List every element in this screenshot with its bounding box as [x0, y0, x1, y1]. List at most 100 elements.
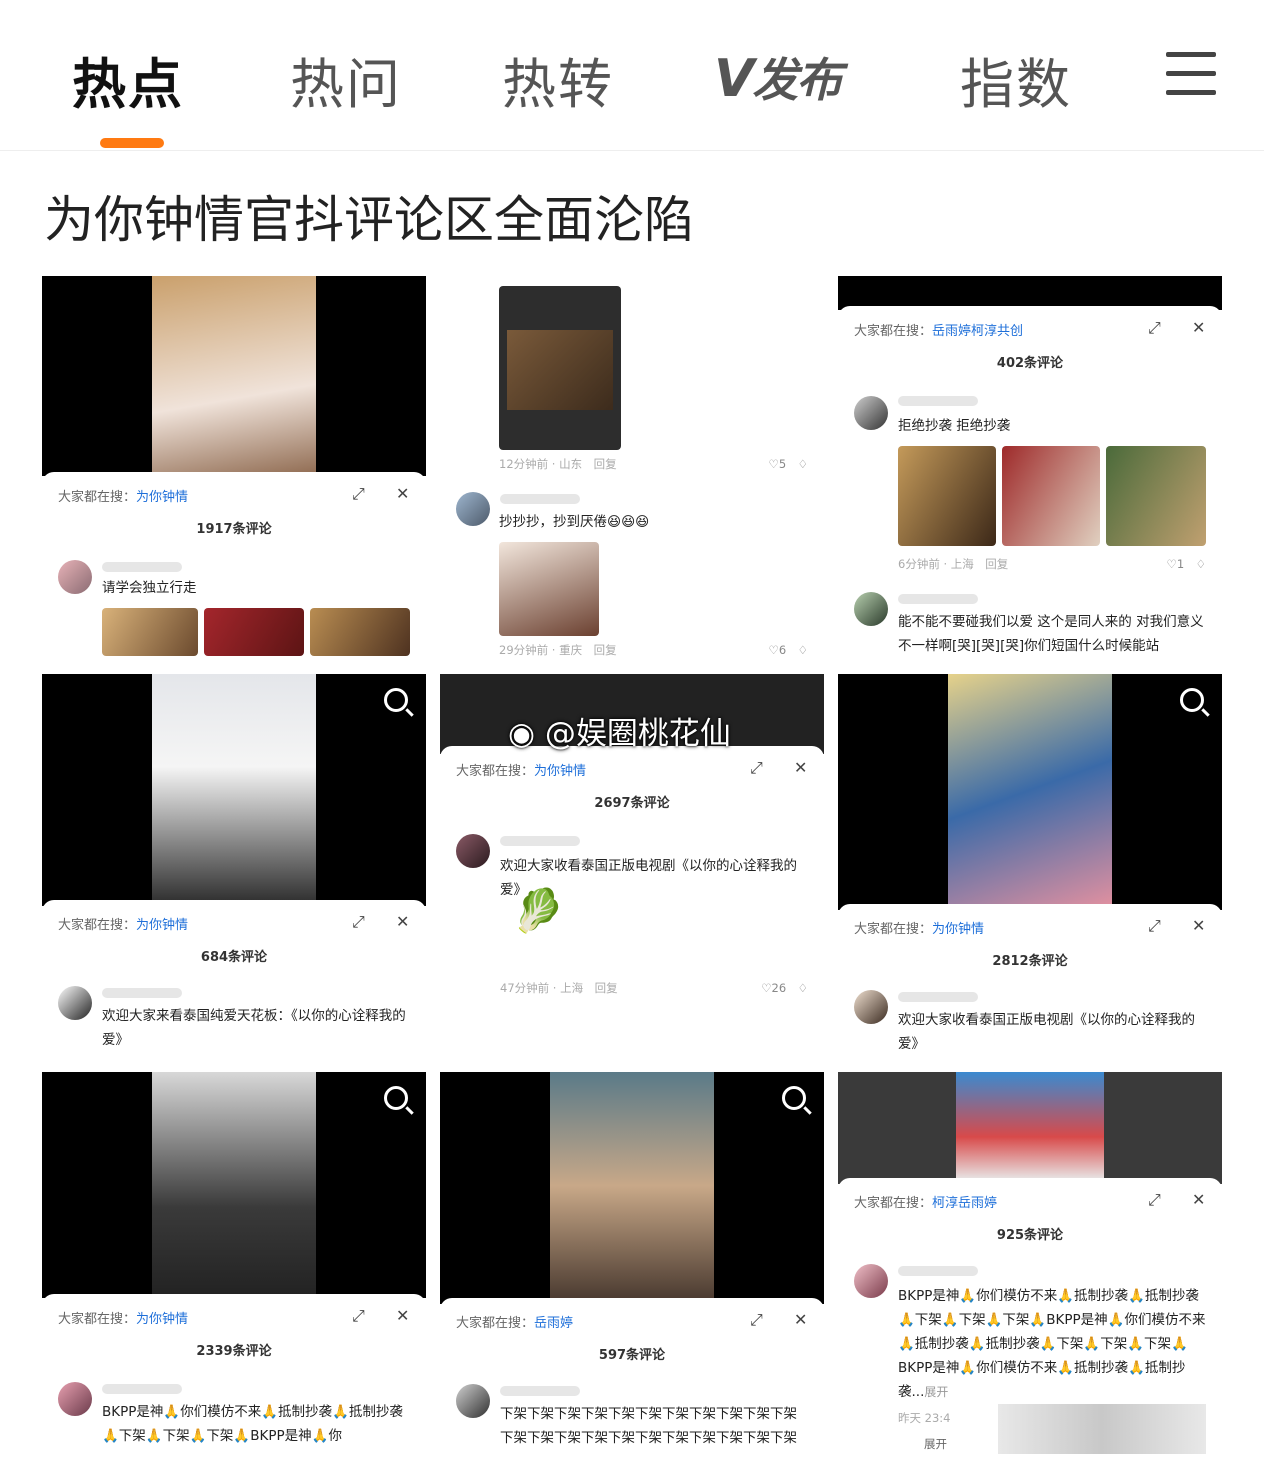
avatar[interactable] [456, 1384, 490, 1418]
search-keyword[interactable]: 为你钟情 [932, 922, 984, 937]
tab-index[interactable]: 指数 [960, 40, 1072, 119]
screenshot-card-1[interactable]: 大家都在搜：为你钟情 ⤢ ✕ 1917条评论 请学会独立行走 [42, 276, 426, 662]
screenshot-card-9[interactable]: 大家都在搜：柯淳岳雨婷 ⤢ ✕ 925条评论 BKPP是神🙏你们模仿不来🙏抵制抄… [838, 1072, 1222, 1458]
close-icon[interactable]: ✕ [1192, 1190, 1205, 1209]
expand-icon[interactable]: ⤢ [750, 758, 763, 778]
comment-image[interactable] [1106, 446, 1206, 546]
screenshot-card-2[interactable]: 12分钟前 · 山东 回复 ♡5 ♢ 抄抄抄，抄到厌倦😆😆😆 29分钟前 · 重庆… [440, 276, 824, 662]
expand-icon[interactable]: ⤢ [352, 912, 365, 932]
search-row[interactable]: 大家都在搜：为你钟情 [456, 760, 586, 779]
tab-hot-questions[interactable]: 热问 [290, 40, 402, 119]
search-keyword[interactable]: 为你钟情 [136, 918, 188, 933]
video-thumbnail [152, 674, 316, 906]
avatar[interactable] [58, 560, 92, 594]
video-frame [838, 674, 1222, 910]
search-keyword[interactable]: 为你钟情 [136, 1312, 188, 1327]
active-tab-indicator [100, 138, 164, 148]
comment-meta: 12分钟前 · 山东 回复 ♡5 ♢ [499, 456, 808, 472]
comment-image[interactable] [898, 446, 996, 546]
like-count[interactable]: ♡6 ♢ [769, 642, 808, 658]
username-blurred [500, 494, 580, 504]
search-keyword[interactable]: 为你钟情 [534, 764, 586, 779]
expand-icon[interactable]: ⤢ [352, 484, 365, 504]
avatar[interactable] [58, 1382, 92, 1416]
expand-icon[interactable]: ⤢ [1148, 1190, 1161, 1210]
username-blurred [898, 594, 978, 604]
close-icon[interactable]: ✕ [1192, 916, 1205, 935]
v-logo-icon: V [714, 49, 754, 109]
search-row[interactable]: 大家都在搜：为你钟情 [58, 1308, 188, 1327]
avatar[interactable] [854, 1264, 888, 1298]
search-keyword[interactable]: 岳雨婷 [534, 1316, 573, 1331]
username-blurred [898, 992, 978, 1002]
search-label: 大家都在搜： [58, 1312, 137, 1327]
like-count[interactable]: ♡1 ♢ [1167, 556, 1206, 572]
search-icon[interactable] [384, 688, 408, 712]
reply-button[interactable]: 回复 [594, 643, 617, 657]
avatar[interactable] [854, 990, 888, 1024]
avatar[interactable] [58, 986, 92, 1020]
search-icon[interactable] [1180, 688, 1204, 712]
search-row[interactable]: 大家都在搜：柯淳岳雨婷 [854, 1192, 997, 1211]
screenshot-card-6[interactable]: 大家都在搜：为你钟情 ⤢ ✕ 2812条评论 欢迎大家收看泰国正版电视剧《以你的… [838, 674, 1222, 1060]
tab-hot[interactable]: 热点 [72, 40, 184, 119]
like-count[interactable]: ♡5 ♢ [769, 456, 808, 472]
search-row[interactable]: 大家都在搜：为你钟情 [58, 914, 188, 933]
search-label: 大家都在搜： [58, 918, 137, 933]
comment-image[interactable] [1002, 446, 1100, 546]
comment-text: BKPP是神🙏你们模仿不来🙏抵制抄袭🙏抵制抄袭🙏下架🙏下架🙏下架🙏BKPP是神🙏… [898, 1288, 1206, 1400]
tab-publish[interactable]: V发布 [714, 44, 842, 110]
comment-image[interactable] [204, 608, 304, 656]
comment-image[interactable] [499, 542, 599, 636]
comment-panel: 大家都在搜：为你钟情 ⤢ ✕ 684条评论 欢迎大家来看泰国纯爱天花板：《以你的… [42, 900, 426, 1060]
sticker-image[interactable]: 🥬 [512, 886, 564, 936]
comment-text: 能不能不要碰我们以爱 这个是同人来的 对我们意义不一样啊[哭][哭][哭]你们短… [898, 614, 1204, 654]
expand-icon[interactable]: ⤢ [1148, 318, 1161, 338]
expand-icon[interactable]: ⤢ [750, 1310, 763, 1330]
search-icon[interactable] [384, 1086, 408, 1110]
close-icon[interactable]: ✕ [396, 912, 409, 931]
avatar[interactable] [456, 834, 490, 868]
comment-text: 抄抄抄，抄到厌倦😆😆😆 [499, 514, 650, 530]
search-row[interactable]: 大家都在搜：岳雨婷柯淳共创 [854, 320, 1023, 339]
screenshot-card-3[interactable]: 大家都在搜：岳雨婷柯淳共创 ⤢ ✕ 402条评论 拒绝抄袭 拒绝抄袭 6分钟前 … [838, 276, 1222, 662]
comment-meta: 47分钟前 · 上海 回复 ♡26 ♢ [500, 980, 808, 996]
video-frame [838, 276, 1222, 310]
search-keyword[interactable]: 岳雨婷柯淳共创 [932, 324, 1023, 339]
close-icon[interactable]: ✕ [794, 1310, 807, 1329]
screenshot-card-7[interactable]: 大家都在搜：为你钟情 ⤢ ✕ 2339条评论 BKPP是神🙏你们模仿不来🙏抵制抄… [42, 1072, 426, 1458]
search-keyword[interactable]: 柯淳岳雨婷 [932, 1196, 997, 1211]
close-icon[interactable]: ✕ [1192, 318, 1205, 337]
avatar[interactable] [456, 492, 490, 526]
reply-button[interactable]: 回复 [985, 557, 1008, 571]
search-row[interactable]: 大家都在搜：为你钟情 [58, 486, 188, 505]
expand-icon[interactable]: ⤢ [1148, 916, 1161, 936]
avatar[interactable] [854, 396, 888, 430]
reply-button[interactable]: 回复 [595, 981, 618, 995]
watermark: ◉ @娱圈桃花仙 [508, 716, 731, 752]
video-thumbnail [948, 674, 1112, 906]
screenshot-card-4[interactable]: 大家都在搜：为你钟情 ⤢ ✕ 684条评论 欢迎大家来看泰国纯爱天花板：《以你的… [42, 674, 426, 1060]
close-icon[interactable]: ✕ [396, 484, 409, 503]
username-blurred [898, 1266, 978, 1276]
hamburger-menu-icon[interactable] [1166, 52, 1216, 109]
search-row[interactable]: 大家都在搜：为你钟情 [854, 918, 984, 937]
expand-link[interactable]: 展开 [924, 1385, 948, 1399]
top-nav: 热点 热问 热转 V发布 指数 [0, 0, 1264, 151]
reply-button[interactable]: 回复 [594, 457, 617, 471]
avatar[interactable] [854, 592, 888, 626]
comment-image[interactable] [310, 608, 410, 656]
username-blurred [898, 396, 978, 406]
tab-hot-reposts[interactable]: 热转 [502, 40, 614, 119]
phone-screenshot-image[interactable] [499, 286, 621, 450]
video-frame [42, 1072, 426, 1298]
like-count[interactable]: ♡26 ♢ [761, 980, 808, 996]
search-keyword[interactable]: 为你钟情 [136, 490, 188, 505]
screenshot-card-8[interactable]: 大家都在搜：岳雨婷 ⤢ ✕ 597条评论 下架下架下架下架下架下架下架下架下架下… [440, 1072, 824, 1458]
expand-icon[interactable]: ⤢ [352, 1306, 365, 1326]
search-icon[interactable] [782, 1086, 806, 1110]
comment-image[interactable] [102, 608, 198, 656]
search-row[interactable]: 大家都在搜：岳雨婷 [456, 1312, 573, 1331]
close-icon[interactable]: ✕ [794, 758, 807, 777]
close-icon[interactable]: ✕ [396, 1306, 409, 1325]
